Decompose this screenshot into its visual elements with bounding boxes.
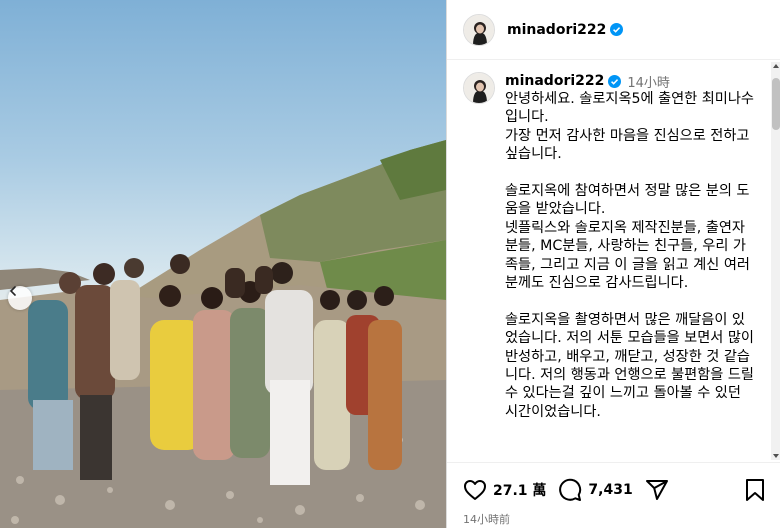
likes-count[interactable]: 27.1 萬: [493, 480, 546, 500]
scroll-down-arrow-icon[interactable]: [773, 454, 779, 458]
caption-timestamp[interactable]: 14小時: [627, 72, 670, 91]
post-header: minadori222: [447, 0, 780, 60]
verified-badge-icon: [610, 23, 624, 36]
post-actions: 27.1 萬 7,431 14小時前: [447, 462, 780, 527]
comments-panel: minadori222 14小時 안녕하세요. 솔로지옥5에 출연한 최미나수입…: [447, 60, 772, 462]
caption-paragraph: 가장 먼저 감사한 마음을 진심으로 전하고 싶습니다.: [505, 127, 750, 163]
chevron-left-icon: [9, 286, 16, 296]
posted-time[interactable]: 14小時前: [463, 511, 765, 527]
scroll-thumb[interactable]: [772, 78, 780, 130]
avatar[interactable]: [463, 13, 495, 46]
comments-count[interactable]: 7,431: [588, 482, 632, 498]
action-row: 27.1 萬 7,431: [463, 477, 765, 503]
caption-paragraph: 솔로지옥을 촬영하면서 많은 깨달음이 있었습니다. 저의 서툰 모습들을 보면…: [505, 311, 754, 420]
save-button[interactable]: [745, 478, 765, 502]
caption-username[interactable]: minadori222: [505, 73, 604, 89]
bookmark-icon: [746, 479, 764, 501]
comment-icon: [559, 478, 582, 501]
profile-avatar-image: [464, 73, 494, 103]
post-photo[interactable]: [0, 0, 446, 528]
profile-avatar-image: [464, 14, 494, 45]
like-button[interactable]: 27.1 萬: [463, 479, 546, 501]
comments-scrollbar[interactable]: [771, 62, 780, 460]
share-button[interactable]: [645, 478, 669, 502]
post-author-username[interactable]: minadori222: [507, 22, 606, 38]
caption-meta: minadori222 14小時: [505, 72, 755, 91]
scroll-up-arrow-icon[interactable]: [773, 64, 779, 68]
caption-paragraph: 안녕하세요. 솔로지옥5에 출연한 최미나수입니다.: [505, 91, 754, 126]
carousel-prev-button[interactable]: [8, 286, 32, 310]
caption-paragraph: 솔로지옥에 참여하면서 정말 많은 분의 도움을 받았습니다.: [505, 183, 750, 218]
post-side-panel: minadori222 minadori222 14小時 안녕하세요. 솔로지옥…: [446, 0, 780, 528]
caption-paragraph: 넷플릭스와 솔로지옥 제작진분들, 출연자분들, MC분들, 사랑하는 친구들,…: [505, 219, 750, 292]
share-icon: [645, 480, 668, 500]
verified-badge-icon: [608, 74, 622, 88]
comment-button[interactable]: 7,431: [558, 478, 633, 502]
caption-text: 안녕하세요. 솔로지옥5에 출연한 최미나수입니다. 가장 먼저 감사한 마음을…: [505, 90, 772, 421]
group-photo-image: [0, 140, 446, 528]
heart-icon: [464, 480, 486, 500]
avatar[interactable]: [463, 72, 495, 104]
